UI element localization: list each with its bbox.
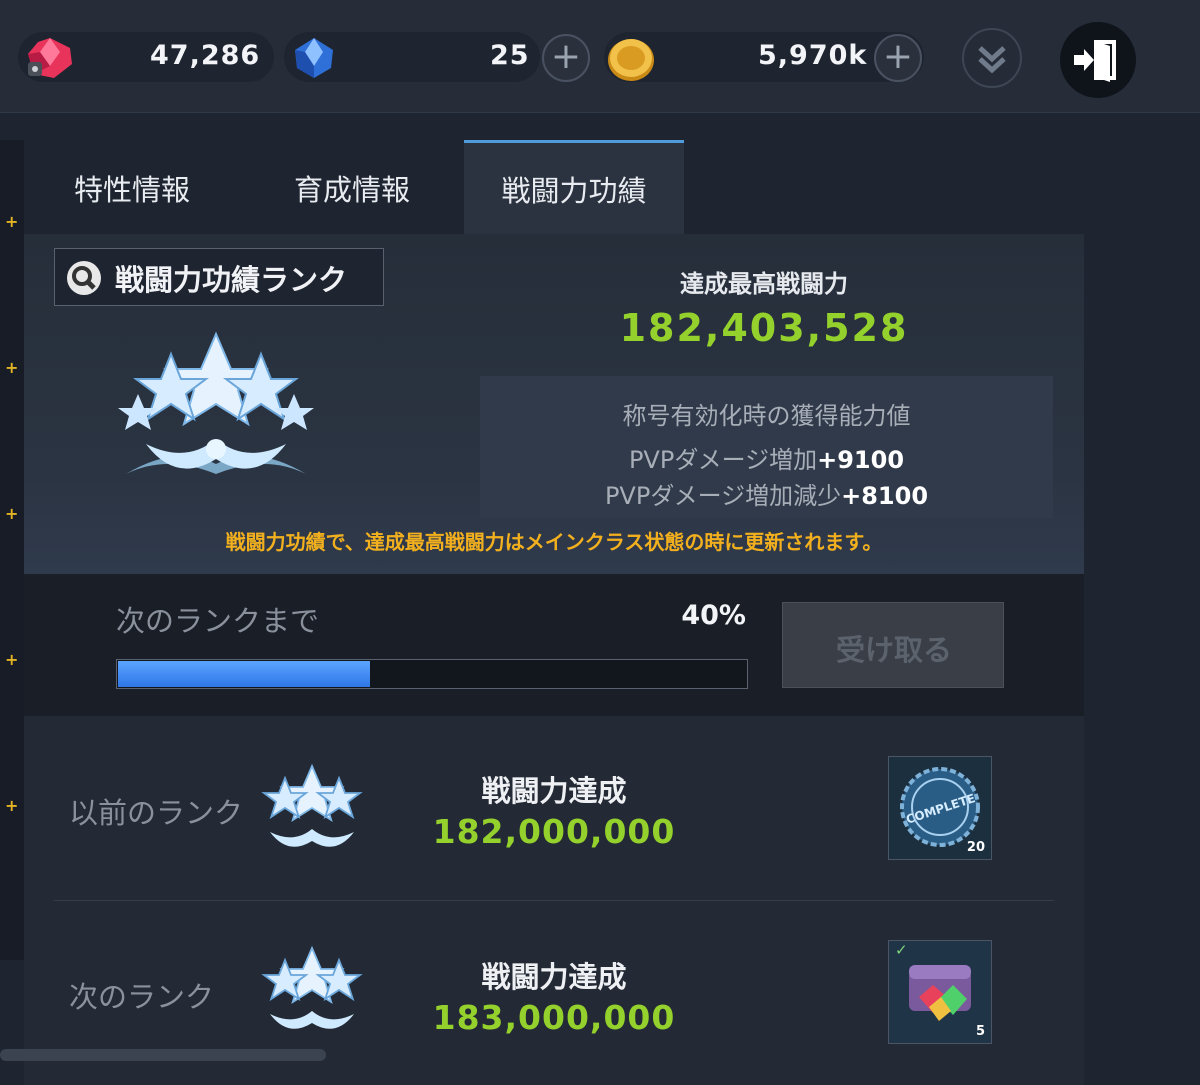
next-rank-label: 次のランクまで: [116, 604, 320, 638]
sapphire-count: 25: [490, 40, 530, 71]
rank-emblem-icon: [116, 324, 316, 498]
achievement-value: 182,000,000: [432, 812, 676, 851]
pvp-damage-reduce-stat: PVPダメージ増加減少+8100: [480, 476, 1053, 511]
expand-menu-button[interactable]: [962, 28, 1022, 88]
ruby-count: 47,286: [150, 40, 261, 71]
currency-bar: 47,286 25 + 5,970k +: [0, 0, 1200, 113]
rank-emblem-icon: [252, 760, 372, 866]
reward-slot[interactable]: COMPLETE 20: [888, 756, 992, 860]
plus-marker-icon: +: [5, 212, 19, 231]
rank-emblem-icon: [252, 942, 372, 1048]
reward-count: 5: [975, 1024, 985, 1039]
best-power-title: 達成最高戦闘力: [680, 270, 848, 298]
horizontal-scrollbar[interactable]: [0, 1049, 326, 1061]
achievement-title: 戦闘力達成: [481, 960, 627, 994]
rank-list-label: 戦闘力功績ランク: [115, 263, 348, 297]
add-sapphire-button[interactable]: +: [542, 34, 590, 82]
tab-bar: 特性情報 育成情報 戦闘力功績: [24, 140, 1084, 234]
sapphire-icon: [289, 36, 339, 84]
claim-button-label: 受け取る: [835, 633, 952, 667]
rank-progress-section: 次のランクまで 40% 受け取る: [24, 574, 1084, 716]
exit-button[interactable]: [1060, 22, 1136, 98]
previous-rank-label: 以前のランク: [69, 796, 244, 830]
side-strip: + + + + +: [0, 140, 24, 960]
title-bonus-box: 称号有効化時の獲得能力値 PVPダメージ増加+9100 PVPダメージ増加減少+…: [480, 376, 1053, 518]
best-power-value: 182,403,528: [619, 306, 909, 350]
stat-label: PVPダメージ増加減少: [604, 482, 842, 510]
gold-count: 5,970k: [758, 40, 868, 71]
previous-rank-row: 以前のランク 戦闘力達成 182,000,000 COMPLETE 20: [24, 732, 1084, 902]
reward-count: 20: [966, 840, 985, 855]
claim-button[interactable]: 受け取る: [782, 602, 1004, 688]
rank-list-button[interactable]: 戦闘力功績ランク: [54, 248, 384, 306]
title-bonus-heading: 称号有効化時の獲得能力値: [622, 402, 911, 430]
achievement-summary: 戦闘力功績ランク 達成最高戦闘力 182,403,528 称号有効化時の獲得能力…: [24, 234, 1084, 574]
gold-coin-icon: [606, 36, 656, 86]
plus-marker-icon: +: [5, 650, 19, 669]
achievement-value: 183,000,000: [432, 998, 676, 1037]
row-divider: [54, 900, 1054, 901]
next-rank-row-label: 次のランク: [69, 980, 215, 1014]
reward-slot[interactable]: ✓ 5: [888, 940, 992, 1044]
achievement-panel: 戦闘力功績ランク 達成最高戦闘力 182,403,528 称号有効化時の獲得能力…: [24, 234, 1084, 1085]
update-notice: 戦闘力功績で、達成最高戦闘力はメインクラス状態の時に更新されます。: [225, 530, 883, 554]
stat-label: PVPダメージ増加: [628, 446, 818, 474]
plus-marker-icon: +: [5, 504, 19, 523]
stat-bonus: +9100: [817, 446, 905, 474]
tab-growth[interactable]: 育成情報: [244, 140, 460, 234]
progress-bar: [116, 659, 748, 689]
progress-percent: 40%: [681, 600, 746, 631]
tab-combat-achievement[interactable]: 戦闘力功績: [464, 140, 684, 234]
search-icon: [67, 261, 101, 295]
ruby-icon: [24, 36, 76, 84]
stat-bonus: +8100: [841, 482, 929, 510]
add-gold-button[interactable]: +: [874, 34, 922, 82]
achievement-title: 戦闘力達成: [481, 774, 627, 808]
plus-marker-icon: +: [5, 358, 19, 377]
exit-door-icon: [1074, 40, 1116, 82]
progress-bar-fill: [118, 661, 370, 687]
double-chevron-down-icon: [978, 46, 1006, 74]
pvp-damage-up-stat: PVPダメージ増加+9100: [480, 440, 1053, 475]
tab-traits[interactable]: 特性情報: [24, 140, 240, 234]
plus-marker-icon: +: [5, 796, 19, 815]
